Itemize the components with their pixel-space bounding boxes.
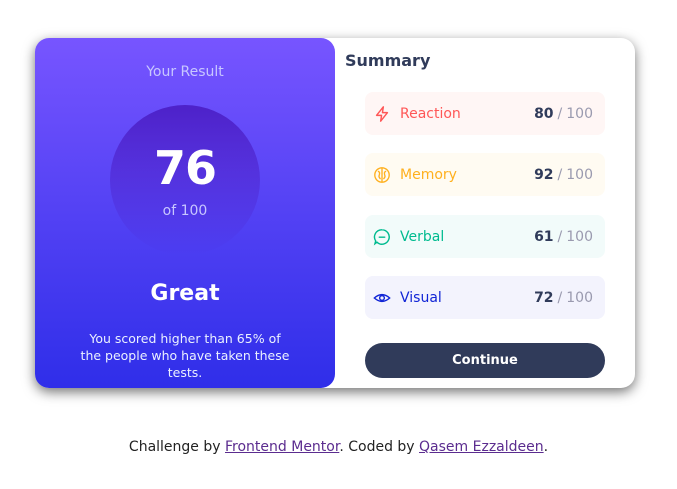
score-separator: /: [557, 289, 563, 306]
summary-item-score: 80: [534, 105, 554, 122]
frontend-mentor-link[interactable]: Frontend Mentor: [225, 439, 339, 455]
summary-item-score: 61: [534, 228, 554, 245]
summary-panel: Summary Reaction 80 / 100 Memory 92 / 10…: [335, 38, 635, 388]
summary-item-visual: Visual 72 / 100: [365, 276, 605, 319]
score-of-label: of 100: [162, 203, 208, 219]
footer-suffix: .: [543, 439, 549, 455]
brain-icon: [373, 166, 391, 184]
summary-item-score: 72: [534, 289, 554, 306]
result-description: You scored higher than 65% of the people…: [80, 331, 290, 380]
author-link[interactable]: Qasem Ezzaldeen: [419, 439, 544, 455]
summary-item-score: 92: [534, 166, 554, 183]
summary-item-max: 100: [566, 289, 593, 306]
summary-item-max: 100: [566, 105, 593, 122]
eye-icon: [373, 289, 391, 307]
score-separator: /: [557, 228, 563, 245]
summary-item-label: Verbal: [400, 228, 445, 245]
score-separator: /: [557, 166, 563, 183]
score-value: 76: [153, 141, 217, 195]
attribution-footer: Challenge by Frontend Mentor. Coded by Q…: [0, 439, 677, 455]
summary-title: Summary: [345, 51, 431, 70]
score-circle: 76 of 100: [110, 105, 260, 255]
summary-item-reaction: Reaction 80 / 100: [365, 92, 605, 135]
footer-prefix: Challenge by: [128, 439, 225, 455]
summary-item-label: Reaction: [400, 105, 461, 122]
lightning-icon: [373, 105, 391, 123]
rating-label: Great: [150, 281, 220, 306]
result-panel: Your Result 76 of 100 Great You scored h…: [35, 38, 335, 388]
chat-bubble-icon: [373, 228, 391, 246]
summary-item-label: Visual: [400, 289, 442, 306]
result-title: Your Result: [146, 64, 224, 80]
footer-middle: . Coded by: [339, 439, 420, 455]
summary-item-max: 100: [566, 166, 593, 183]
summary-item-verbal: Verbal 61 / 100: [365, 215, 605, 258]
continue-button[interactable]: Continue: [365, 343, 605, 378]
results-card: Your Result 76 of 100 Great You scored h…: [35, 38, 635, 388]
score-separator: /: [557, 105, 563, 122]
summary-item-max: 100: [566, 228, 593, 245]
summary-item-memory: Memory 92 / 100: [365, 153, 605, 196]
summary-item-label: Memory: [400, 166, 457, 183]
